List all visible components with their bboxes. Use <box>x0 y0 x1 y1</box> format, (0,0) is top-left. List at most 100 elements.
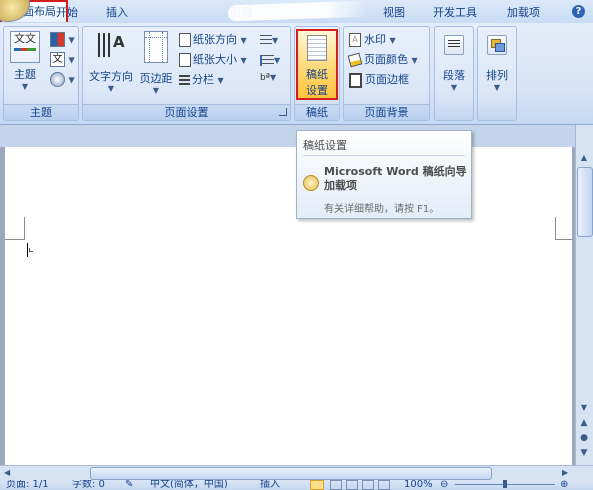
chevron-down-icon: ▼ <box>68 35 75 45</box>
tab-home[interactable]: 开始 <box>56 4 78 20</box>
page-borders-button[interactable]: 页面边框 <box>349 71 409 89</box>
gaozhi-settings-button[interactable]: 稿纸 设置 <box>296 29 338 100</box>
themes-icon: 文文 <box>10 31 40 63</box>
margins-label: 页边距 <box>139 72 173 85</box>
proofing-icon[interactable]: ✎ <box>125 480 133 490</box>
group-themes: 文文 主题 ▼ ▼ 文 ▼ ▼ 主题 <box>3 26 79 121</box>
arrange-button[interactable]: 排列 ▼ <box>480 31 514 101</box>
tab-addins[interactable]: 加载项 <box>507 4 540 20</box>
gaozhi-label-line2: 设置 <box>306 84 328 97</box>
help-icon[interactable]: ? <box>572 5 585 18</box>
breaks-icon <box>260 34 272 46</box>
theme-effects-button[interactable]: ▼ <box>50 72 75 87</box>
group-page-background: A 水印 ▼ 页面颜色 ▼ 页面边框 页面背景 <box>343 26 430 121</box>
ribbon-tab-bar: 开始 插入 页面布局 引用 视图 开发工具 加载项 ? <box>0 0 593 23</box>
scroll-down-icon[interactable]: ▼ <box>578 403 590 413</box>
chevron-down-icon: ▼ <box>272 36 279 45</box>
horizontal-scroll-thumb[interactable] <box>90 467 492 480</box>
paragraph-button[interactable]: 段落 ▼ <box>437 31 471 101</box>
orientation-label: 纸张方向 <box>193 33 237 46</box>
scroll-left-icon[interactable]: ◀ <box>4 468 10 477</box>
orientation-icon <box>179 33 191 47</box>
themes-label: 主题 <box>14 68 36 81</box>
group-page-background-label: 页面背景 <box>344 104 429 120</box>
select-browse-object-icon[interactable]: ● <box>578 433 590 445</box>
document-page[interactable] <box>5 147 572 465</box>
margin-mark-right <box>555 217 556 239</box>
scroll-up-icon[interactable]: ▲ <box>578 153 590 163</box>
theme-fonts-icon: 文 <box>50 52 65 67</box>
web-layout-view-icon[interactable] <box>346 480 358 490</box>
chevron-down-icon: ▼ <box>217 76 224 85</box>
vertical-scrollbar[interactable]: ▲ ▼ ▲ ● ▼ <box>575 125 593 465</box>
gaozhi-tooltip: 稿纸设置 Microsoft Word 稿纸向导加载项 有关详细帮助，请按 F1… <box>296 130 472 219</box>
tooltip-title: 稿纸设置 <box>303 139 347 152</box>
tab-insert[interactable]: 插入 <box>106 4 128 20</box>
orientation-button[interactable]: 纸张方向 ▼ <box>179 31 247 49</box>
themes-button[interactable]: 文文 主题 ▼ <box>8 31 42 101</box>
horizontal-scrollbar[interactable]: ◀ ▶ <box>0 465 593 481</box>
status-zoom[interactable]: 100% <box>404 480 433 490</box>
draft-view-icon[interactable] <box>378 480 390 490</box>
breaks-button[interactable]: ▼ <box>260 33 278 46</box>
theme-colors-icon <box>50 32 65 47</box>
zoom-out-icon[interactable]: ⊖ <box>440 480 448 490</box>
chevron-down-icon: ▼ <box>274 56 281 65</box>
outline-view-icon[interactable] <box>362 480 374 490</box>
occlusion-smudge <box>227 0 369 22</box>
columns-icon <box>179 75 190 85</box>
tab-developer[interactable]: 开发工具 <box>433 4 477 20</box>
hyphenation-button[interactable]: bª▼ <box>260 73 276 83</box>
tooltip-divider <box>303 155 465 156</box>
watermark-icon: A <box>349 33 361 47</box>
line-numbers-icon <box>260 54 274 66</box>
chevron-down-icon: ▼ <box>21 82 29 91</box>
zoom-slider-thumb[interactable] <box>503 480 507 488</box>
full-screen-view-icon[interactable] <box>330 480 342 490</box>
chevron-down-icon: ▼ <box>68 55 75 65</box>
group-page-setup: A 文字方向 ▼ 页边距 ▼ 纸张方向 ▼ 纸张大小 ▼ 分栏 ▼ ▼ ▼ bª… <box>82 26 291 121</box>
print-layout-view-icon[interactable] <box>310 480 324 490</box>
gaozhi-icon <box>307 35 327 61</box>
page-borders-label: 页面边框 <box>365 73 409 86</box>
margins-icon <box>144 31 168 63</box>
text-direction-button[interactable]: A 文字方向 ▼ <box>86 31 136 101</box>
arrange-label: 排列 <box>486 69 508 82</box>
status-page[interactable]: 页面: 1/1 <box>6 480 49 490</box>
watermark-button[interactable]: A 水印 ▼ <box>349 31 396 49</box>
chevron-down-icon: ▼ <box>269 73 277 82</box>
chevron-down-icon: ▼ <box>240 56 247 65</box>
watermark-label: 水印 <box>364 33 386 46</box>
tab-view[interactable]: 视图 <box>383 4 405 20</box>
theme-effects-icon <box>50 72 65 87</box>
paragraph-icon <box>444 35 464 55</box>
group-arrange: 排列 ▼ <box>477 26 517 121</box>
page-borders-icon <box>349 72 362 88</box>
line-numbers-button[interactable]: ▼ <box>260 53 280 66</box>
theme-colors-button[interactable]: ▼ <box>50 32 75 47</box>
scroll-right-icon[interactable]: ▶ <box>562 468 568 477</box>
vertical-scroll-thumb[interactable] <box>577 167 593 237</box>
margin-mark-right-h <box>555 239 572 240</box>
margin-mark-left <box>24 217 25 239</box>
status-bar: 页面: 1/1 字数: 0 ✎ 中文(简体，中国) 插入 100% ⊖ ⊕ <box>0 480 593 490</box>
chevron-down-icon: ▼ <box>389 36 396 45</box>
margins-button[interactable]: 页边距 ▼ <box>137 31 175 101</box>
theme-fonts-button[interactable]: 文 ▼ <box>50 52 75 67</box>
zoom-in-icon[interactable]: ⊕ <box>560 480 568 490</box>
tooltip-help-text: 有关详细帮助，请按 F1。 <box>324 204 440 215</box>
size-button[interactable]: 纸张大小 ▼ <box>179 51 247 69</box>
status-words[interactable]: 字数: 0 <box>72 480 105 490</box>
status-mode[interactable]: 插入 <box>260 480 280 490</box>
margin-mark-left-h <box>5 239 25 240</box>
status-language[interactable]: 中文(简体，中国) <box>150 480 228 490</box>
themes-icon-text: 文文 <box>14 32 36 45</box>
group-paragraph: 段落 ▼ <box>434 26 474 121</box>
columns-button[interactable]: 分栏 ▼ <box>179 71 224 89</box>
chevron-down-icon: ▼ <box>68 75 75 85</box>
previous-page-icon[interactable]: ▲ <box>578 418 590 430</box>
page-color-button[interactable]: 页面颜色 ▼ <box>347 51 418 69</box>
next-page-icon[interactable]: ▼ <box>578 448 590 460</box>
dialog-launcher-icon[interactable] <box>279 108 287 116</box>
text-direction-icon: A <box>94 31 128 61</box>
